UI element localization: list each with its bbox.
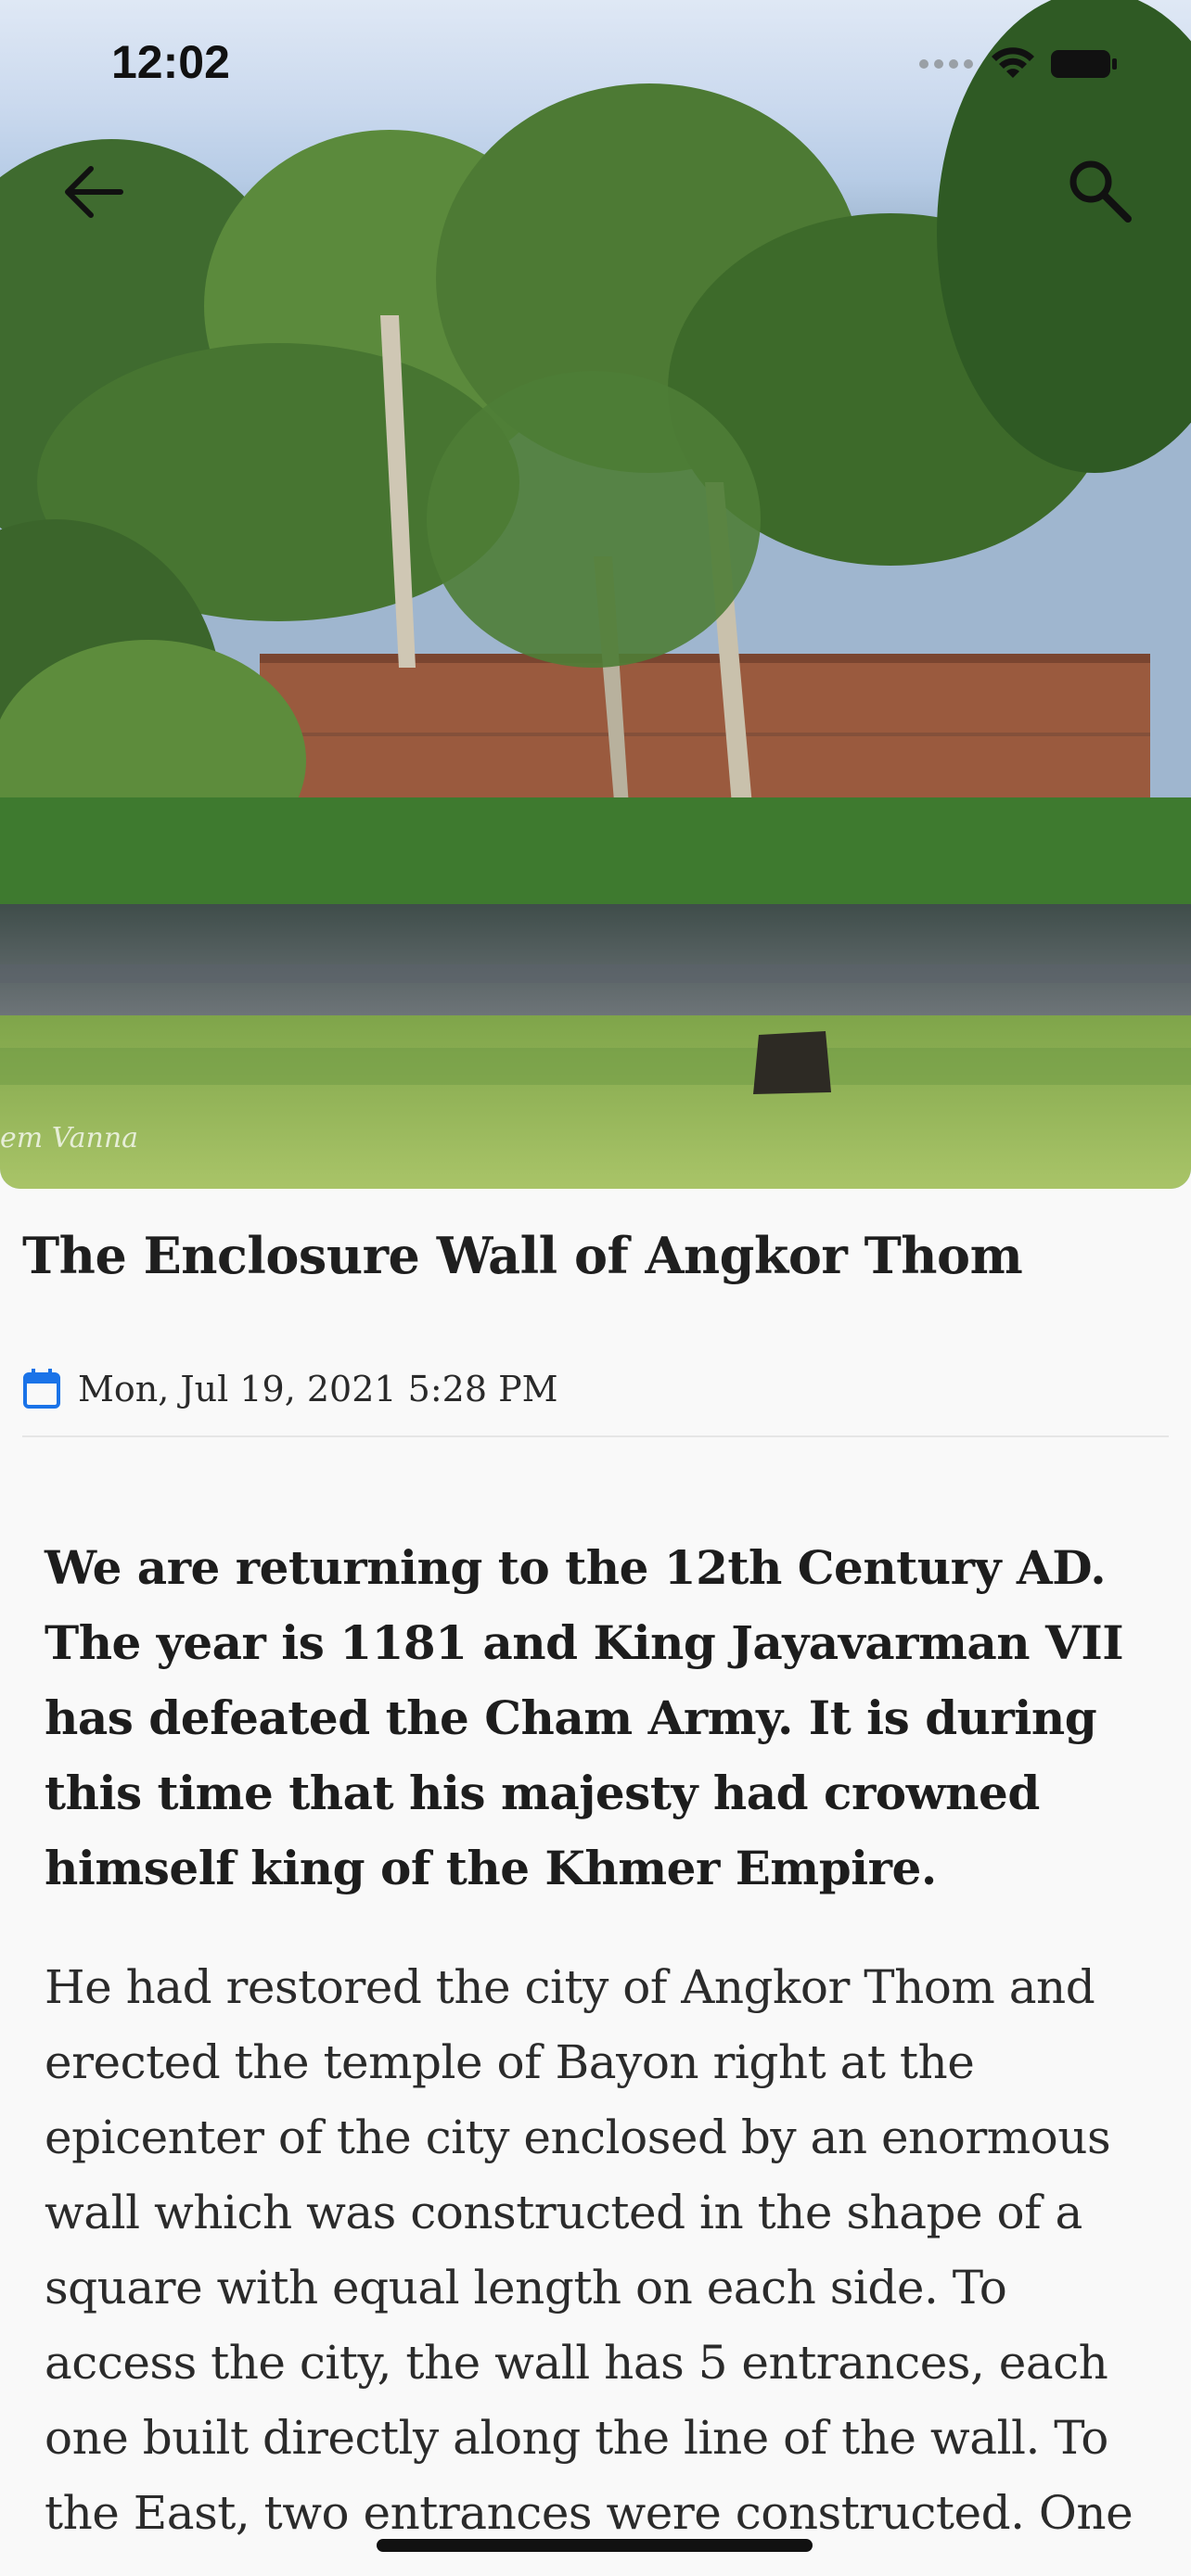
hero-photo-illustration — [0, 0, 1191, 1189]
search-icon — [1069, 160, 1132, 223]
back-button[interactable] — [58, 156, 130, 228]
article-date-row: Mon, Jul 19, 2021 5:28 PM — [22, 1369, 558, 1409]
signal-icon — [919, 59, 973, 69]
hero-image: em Vanna — [0, 0, 1191, 1189]
wifi-icon — [992, 47, 1034, 78]
article-lead-paragraph: We are returning to the 12th Century AD.… — [45, 1540, 1124, 1895]
article-title: The Enclosure Wall of Angkor Thom — [22, 1226, 1023, 1285]
divider — [22, 1435, 1169, 1437]
article-body: We are returning to the 12th Century AD.… — [45, 1530, 1158, 2551]
search-button[interactable] — [1061, 152, 1139, 230]
status-bar: 12:02 — [0, 0, 1191, 130]
arrow-left-icon — [65, 166, 123, 218]
article-date: Mon, Jul 19, 2021 5:28 PM — [78, 1369, 558, 1409]
article-paragraph: He had restored the city of Angkor Thom … — [45, 1960, 1133, 2540]
status-icons — [918, 46, 1119, 82]
battery-icon — [1051, 50, 1117, 78]
status-time: 12:02 — [111, 36, 230, 88]
photo-credit: em Vanna — [0, 1122, 139, 1154]
home-indicator[interactable] — [377, 2539, 813, 2552]
calendar-icon — [23, 1369, 60, 1409]
